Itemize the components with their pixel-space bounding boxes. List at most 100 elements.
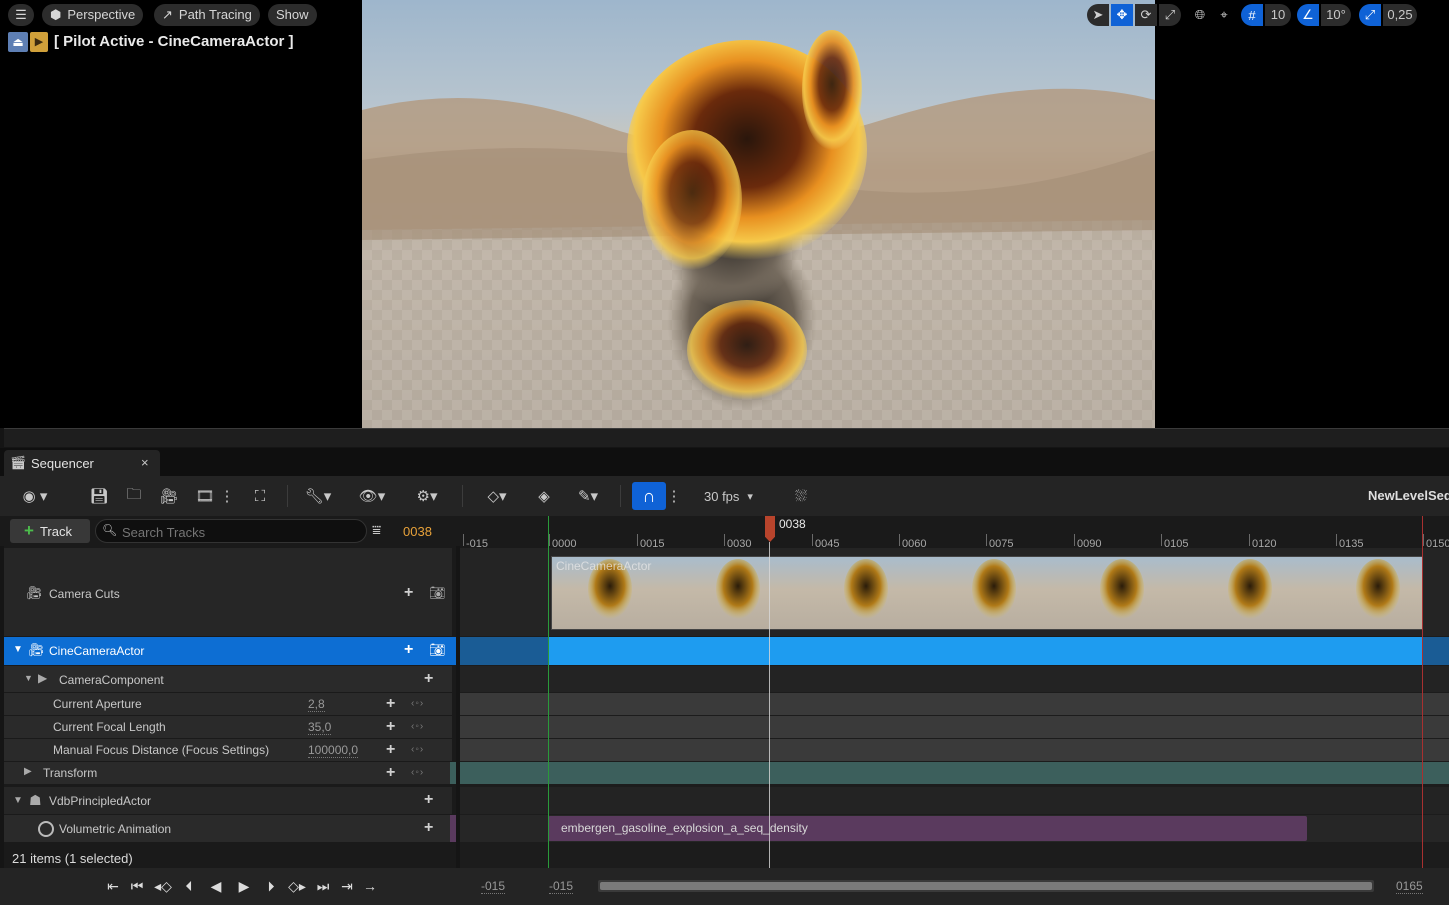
track-volumetric-animation[interactable]: Volumetric Animation +: [4, 815, 456, 842]
snap-options-icon[interactable]: ⋮: [667, 485, 682, 507]
track-transform[interactable]: ▶ Transform + ‹◦›: [4, 762, 456, 784]
play-reverse-icon[interactable]: ◀: [204, 878, 228, 895]
add-button[interactable]: +: [404, 585, 413, 601]
show-button[interactable]: Show: [268, 4, 317, 26]
time-ruler[interactable]: -015 0000 0015 0030 0045 0060 0075 0090 …: [460, 516, 1449, 550]
add-button[interactable]: +: [424, 671, 433, 687]
step-forward-icon[interactable]: ⏵: [260, 878, 282, 895]
volumetric-clip[interactable]: embergen_gasoline_explosion_a_seq_densit…: [548, 816, 1307, 841]
track-vdb-principled-actor[interactable]: ▼ ☗ VdbPrincipledActor +: [4, 787, 452, 814]
focal-length-value[interactable]: 35,0: [308, 721, 332, 735]
world-space-icon[interactable]: 🌐︎: [1189, 4, 1211, 26]
scrollbar-thumb[interactable]: [600, 882, 1372, 890]
surface-snap-icon[interactable]: ⌖: [1213, 4, 1235, 26]
view-range-end[interactable]: 0165: [1396, 879, 1423, 894]
transform-lane[interactable]: [460, 762, 1449, 784]
expand-arrow-icon[interactable]: ▼: [13, 795, 23, 806]
camera-cut-icon[interactable]: 🎥︎: [158, 485, 180, 507]
add-key-button[interactable]: +: [386, 719, 395, 735]
eject-icon[interactable]: ⏏: [8, 32, 28, 52]
timeline-area[interactable]: -015 0000 0015 0030 0045 0060 0075 0090 …: [460, 516, 1449, 868]
aperture-value[interactable]: 2,8: [308, 698, 325, 712]
find-in-browser-icon[interactable]: 🗀︎: [123, 485, 145, 507]
track-manual-focus-distance[interactable]: Manual Focus Distance (Focus Settings) 1…: [4, 739, 452, 761]
viewport-menu-button[interactable]: ☰: [8, 4, 34, 26]
add-key-button[interactable]: +: [386, 696, 395, 712]
track-camera-component[interactable]: ▼ ▶ CameraComponent +: [4, 666, 452, 692]
jump-to-end-icon[interactable]: ⇥: [338, 878, 356, 895]
actions-icon[interactable]: ⛶: [248, 485, 272, 507]
panel-splitter[interactable]: [4, 428, 1449, 447]
camera-lock-icon[interactable]: 📷︎: [429, 585, 446, 601]
more-options-icon[interactable]: ⋮: [220, 485, 235, 507]
step-back-icon[interactable]: ⏴: [178, 878, 200, 895]
add-button[interactable]: +: [404, 642, 413, 658]
rotation-snap-icon[interactable]: ∠: [1297, 4, 1319, 26]
track-current-aperture[interactable]: Current Aperture 2,8 + ‹◦›: [4, 693, 452, 715]
translate-mode-icon[interactable]: ✥: [1111, 4, 1133, 26]
render-movie-icon[interactable]: 🎞︎: [194, 485, 216, 507]
key-interpolation-icon[interactable]: ◇▾: [478, 485, 516, 507]
snap-magnet-icon[interactable]: ∩: [632, 482, 666, 510]
expand-arrow-icon[interactable]: ▼: [13, 644, 23, 655]
add-key-icon[interactable]: ◈: [532, 485, 556, 507]
playback-options-icon[interactable]: ⚙︎▾: [408, 485, 446, 507]
previous-keyframe-icon[interactable]: ◂◇: [152, 878, 174, 895]
cine-camera-section[interactable]: [548, 637, 1422, 665]
track-camera-cuts[interactable]: 🎥︎ Camera Cuts + 📷︎: [4, 548, 452, 636]
next-keyframe-icon[interactable]: ◇▸: [286, 878, 308, 895]
view-range-start[interactable]: -015: [481, 879, 506, 894]
path-tracing-button[interactable]: ↗ Path Tracing: [154, 4, 260, 26]
key-navigation-icon[interactable]: ‹◦›: [411, 744, 424, 755]
key-navigation-icon[interactable]: ‹◦›: [411, 721, 424, 732]
add-button[interactable]: +: [424, 792, 433, 808]
search-input[interactable]: [120, 522, 360, 542]
track-cine-camera-actor[interactable]: ▼ 🎥︎ CineCameraActor + 📷︎: [4, 637, 456, 665]
loop-toggle-icon[interactable]: →: [360, 878, 380, 894]
rotate-mode-icon[interactable]: ⟳: [1135, 4, 1157, 26]
scale-mode-icon[interactable]: ⤢: [1159, 4, 1181, 26]
grid-snap-value[interactable]: 10: [1265, 4, 1291, 26]
search-tracks-field[interactable]: 🔍︎: [95, 519, 367, 543]
filter-icon[interactable]: ⩸: [372, 522, 381, 539]
framerate-dropdown[interactable]: 30 fps ▾: [690, 485, 760, 507]
current-frame-display[interactable]: 0038: [403, 524, 432, 539]
grid-snap-icon[interactable]: #: [1241, 4, 1263, 26]
view-options-icon[interactable]: 👁︎▾: [354, 485, 390, 507]
playback-end-marker[interactable]: [1422, 516, 1423, 868]
playhead-handle[interactable]: [765, 516, 775, 542]
expand-arrow-icon[interactable]: ▼: [24, 673, 33, 683]
add-track-button[interactable]: + Track: [10, 519, 90, 543]
select-mode-icon[interactable]: ➤: [1087, 4, 1109, 26]
timeline-scrollbar[interactable]: [598, 880, 1374, 892]
working-range-start[interactable]: -015: [549, 879, 574, 894]
perspective-button[interactable]: ⬢ Perspective: [42, 4, 144, 26]
track-current-focal-length[interactable]: Current Focal Length 35,0 + ‹◦›: [4, 716, 452, 738]
level-viewport[interactable]: ☰ ⬢ Perspective ↗ Path Tracing Show ⏏ ▶ …: [0, 0, 1449, 428]
camera-lock-icon[interactable]: 📷︎: [429, 642, 446, 658]
focal-length-lane[interactable]: [460, 716, 1449, 738]
world-menu-icon[interactable]: ◉ ▾: [18, 485, 52, 507]
scale-snap-icon[interactable]: ⤢: [1359, 4, 1381, 26]
jump-to-start-icon[interactable]: ⇤: [104, 878, 122, 895]
previous-key-icon[interactable]: ⏮: [126, 878, 148, 895]
playback-start-marker[interactable]: [548, 516, 549, 868]
rotation-snap-value[interactable]: 10°: [1321, 4, 1351, 26]
next-key-icon[interactable]: ⏭: [312, 878, 334, 895]
key-navigation-icon[interactable]: ‹◦›: [411, 767, 424, 778]
tab-sequencer[interactable]: 🎬︎ Sequencer ×: [4, 450, 160, 476]
key-navigation-icon[interactable]: ‹◦›: [411, 698, 424, 709]
aperture-lane[interactable]: [460, 693, 1449, 715]
expand-arrow-icon[interactable]: ▶: [24, 766, 32, 777]
focus-distance-lane[interactable]: [460, 739, 1449, 761]
tools-menu-icon[interactable]: 🔧︎▾: [300, 485, 336, 507]
edit-mode-icon[interactable]: ✎▾: [568, 485, 608, 507]
add-button[interactable]: +: [424, 820, 433, 836]
curve-editor-icon[interactable]: ⛆: [790, 485, 812, 507]
play-icon[interactable]: ▶: [232, 878, 256, 895]
save-sequence-icon[interactable]: 💾︎: [88, 485, 110, 507]
camera-cut-clip[interactable]: CineCameraActor: [551, 556, 1423, 630]
close-tab-icon[interactable]: ×: [141, 455, 149, 470]
focus-distance-value[interactable]: 100000,0: [308, 744, 359, 758]
add-key-button[interactable]: +: [386, 742, 395, 758]
